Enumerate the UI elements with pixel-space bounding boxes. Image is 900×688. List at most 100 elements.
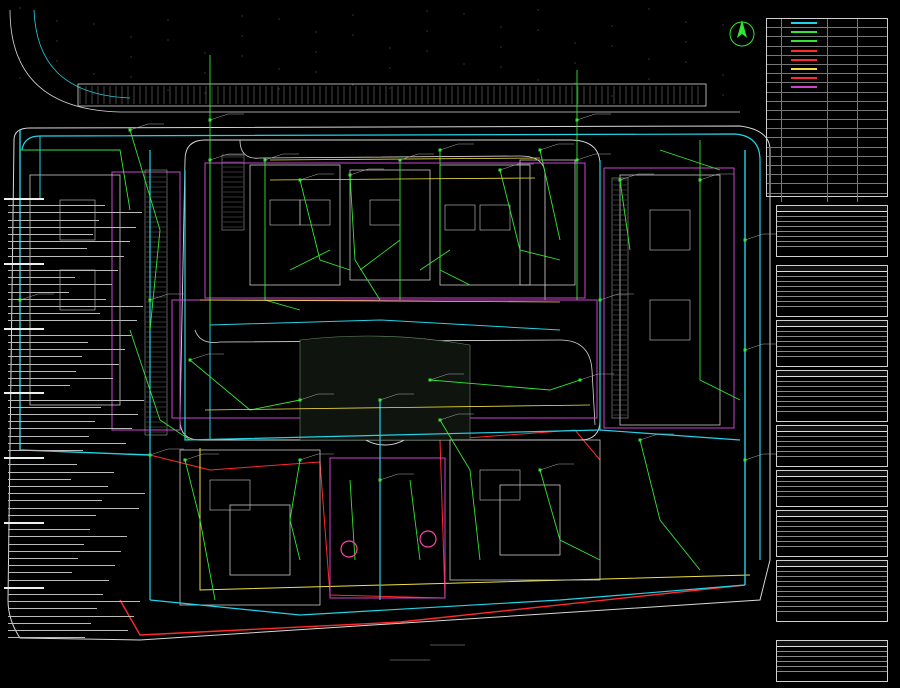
legend-cell bbox=[781, 138, 828, 147]
ground-speck bbox=[241, 35, 243, 37]
inner-road-north bbox=[239, 139, 546, 300]
schedule-table bbox=[776, 510, 888, 557]
building-outline bbox=[519, 159, 576, 286]
ground-speck bbox=[93, 23, 95, 25]
note-line bbox=[8, 363, 119, 365]
note-line bbox=[8, 464, 77, 466]
ground-speck bbox=[500, 46, 502, 48]
branch-line bbox=[439, 419, 481, 561]
service-line bbox=[269, 177, 536, 181]
schedule-table bbox=[776, 370, 888, 422]
legend-row bbox=[767, 83, 887, 93]
ground-speck bbox=[722, 74, 724, 76]
legend-cell bbox=[781, 147, 828, 156]
branch-line bbox=[409, 479, 421, 561]
north-parking-strip bbox=[221, 154, 245, 231]
note-line bbox=[8, 248, 87, 250]
legend-cell bbox=[827, 28, 858, 37]
ground-speck bbox=[537, 29, 539, 31]
ground-speck bbox=[56, 60, 58, 62]
note-heading bbox=[4, 457, 44, 460]
building-unit bbox=[479, 204, 511, 231]
building-outline bbox=[449, 439, 601, 581]
legend-row bbox=[767, 46, 887, 56]
note-line bbox=[8, 450, 83, 451]
ground-speck bbox=[648, 8, 650, 10]
ground-speck bbox=[389, 87, 391, 89]
legend-cell bbox=[767, 175, 782, 184]
schedule-table bbox=[776, 205, 888, 257]
note-line bbox=[8, 594, 103, 595]
ground-speck bbox=[537, 9, 539, 11]
legend-cell bbox=[827, 46, 858, 55]
legend-cell bbox=[767, 184, 782, 193]
legend-cell bbox=[827, 175, 858, 184]
schedule-table-row bbox=[777, 547, 887, 551]
building-unit bbox=[369, 199, 401, 226]
branch-line bbox=[349, 174, 381, 301]
design-notes bbox=[4, 198, 154, 648]
note-line bbox=[8, 313, 100, 315]
branch-line bbox=[349, 479, 356, 561]
legend-cell bbox=[827, 92, 858, 101]
ground-speck bbox=[241, 15, 243, 17]
legend-swatch bbox=[791, 67, 817, 70]
note-line bbox=[8, 277, 75, 279]
legend-cell bbox=[827, 166, 858, 175]
ground-speck bbox=[352, 34, 354, 36]
legend-swatch bbox=[791, 49, 817, 52]
leader-line bbox=[539, 143, 559, 151]
ground-speck bbox=[167, 89, 169, 91]
schedule-table-row bbox=[777, 307, 887, 311]
leader-line bbox=[439, 143, 459, 151]
branch-line bbox=[539, 469, 601, 561]
legend-row bbox=[767, 101, 887, 111]
legend-row bbox=[767, 28, 887, 38]
legend-row bbox=[767, 74, 887, 84]
leader-line bbox=[379, 473, 399, 481]
ground-speck bbox=[315, 71, 317, 73]
note-line bbox=[8, 320, 137, 322]
building-unit bbox=[649, 209, 691, 251]
legend-swatch bbox=[791, 31, 817, 34]
legend-row bbox=[767, 19, 887, 29]
leader-line bbox=[576, 113, 596, 121]
ground-speck bbox=[56, 40, 58, 42]
schedule-table bbox=[776, 320, 888, 367]
note-line bbox=[8, 406, 101, 408]
legend-cell bbox=[827, 156, 858, 165]
outer-main-curve bbox=[33, 9, 131, 99]
legend-swatch bbox=[791, 86, 817, 89]
legend-row bbox=[767, 129, 887, 139]
ground-speck bbox=[204, 92, 206, 94]
ground-speck bbox=[167, 39, 169, 41]
legend-row bbox=[767, 64, 887, 75]
branch-line bbox=[189, 359, 301, 411]
legend-cell bbox=[767, 166, 782, 175]
legend-row bbox=[767, 37, 887, 47]
branch-line bbox=[439, 150, 471, 286]
legend-row bbox=[767, 138, 887, 148]
leader-line bbox=[129, 123, 149, 131]
ground-speck bbox=[204, 72, 206, 74]
branch-line bbox=[659, 149, 721, 171]
ground-speck bbox=[56, 20, 58, 22]
ground-speck bbox=[130, 36, 132, 38]
legend-cell bbox=[781, 184, 828, 193]
legend-cell bbox=[767, 156, 782, 165]
legend-cell bbox=[767, 83, 782, 92]
note-line bbox=[8, 572, 72, 574]
note-line bbox=[8, 370, 76, 372]
schedule-table bbox=[776, 425, 888, 467]
note-line bbox=[8, 255, 124, 257]
legend-cell bbox=[781, 110, 828, 120]
note-heading bbox=[4, 522, 44, 524]
legend-cell bbox=[827, 120, 858, 129]
legend-swatch bbox=[791, 40, 817, 43]
leader-line bbox=[639, 433, 659, 441]
ground-speck bbox=[500, 26, 502, 28]
note-line bbox=[8, 212, 142, 214]
ground-speck bbox=[500, 66, 502, 68]
schedule-table bbox=[776, 560, 888, 622]
ground-speck bbox=[204, 52, 206, 54]
